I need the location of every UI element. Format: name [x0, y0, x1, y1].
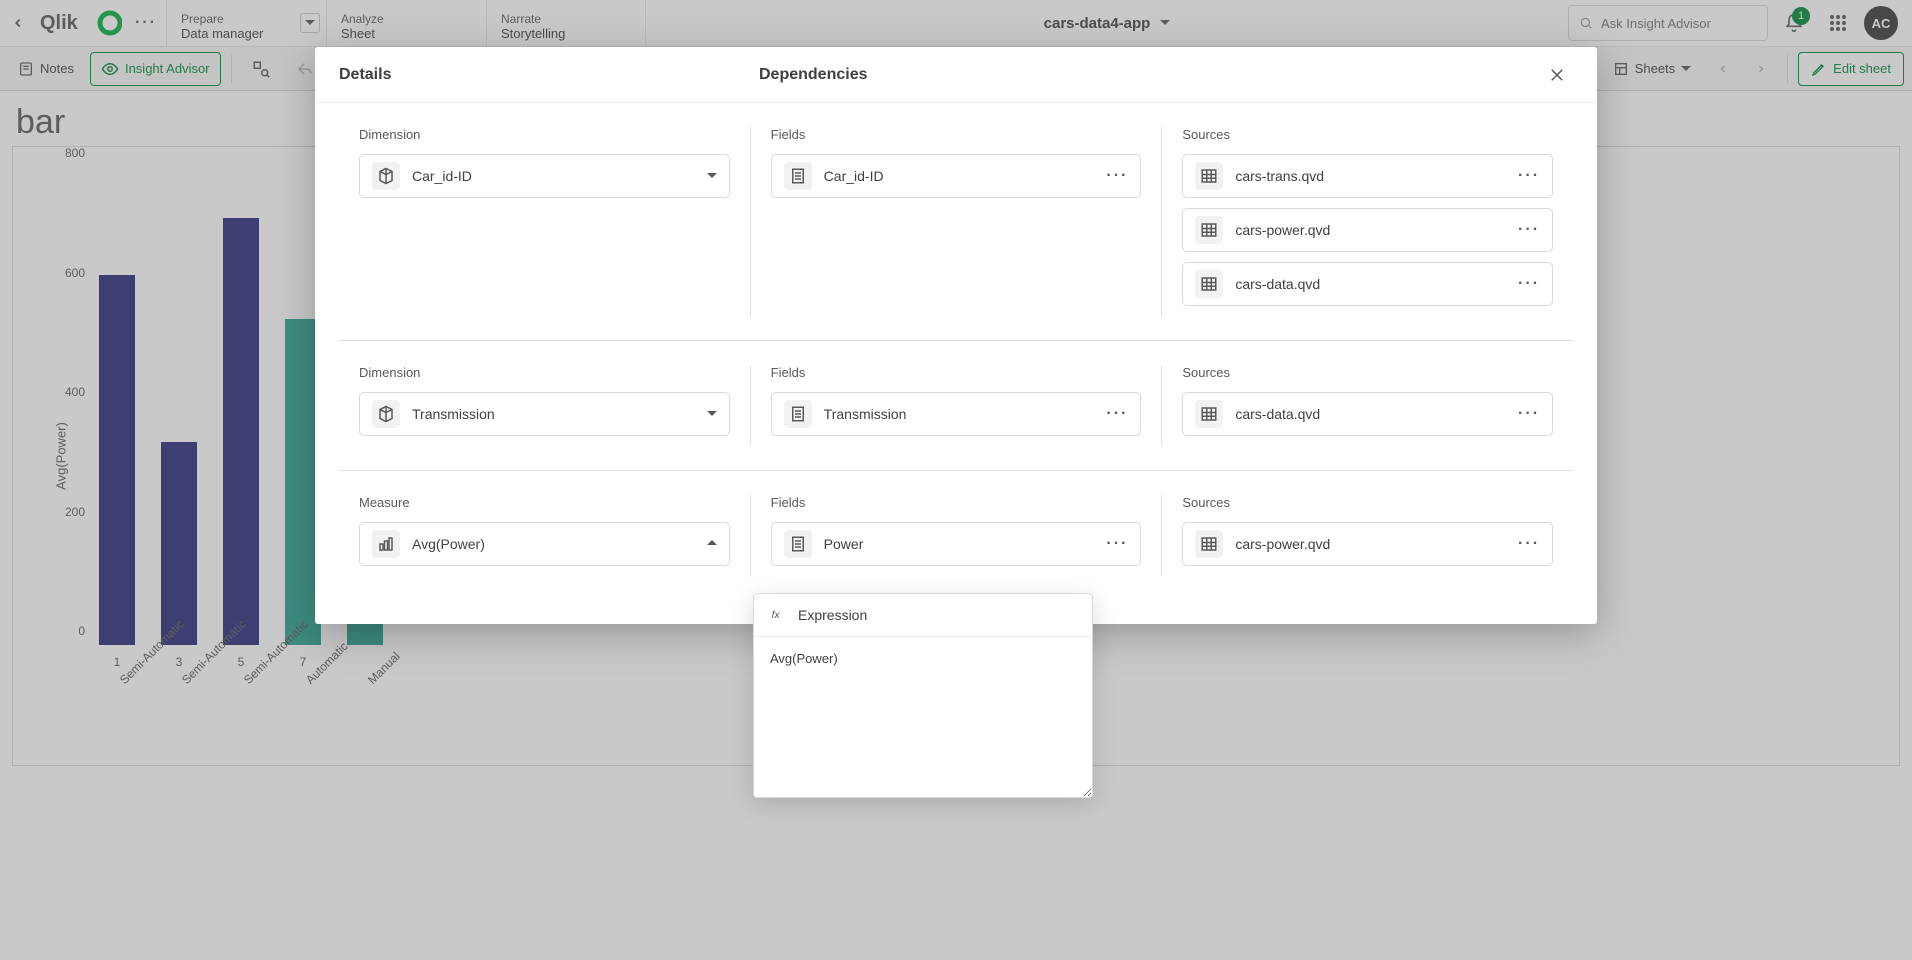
cube-icon	[372, 162, 400, 190]
expand-toggle[interactable]	[707, 535, 717, 553]
chevron-down-icon	[707, 405, 717, 422]
card-label: Avg(Power)	[412, 536, 485, 552]
card-label: cars-power.qvd	[1235, 536, 1330, 552]
dependency-row: Measure Avg(Power) Fields Power ··· Sources ca…	[339, 470, 1573, 600]
column-label: Dimension	[359, 127, 730, 142]
table-icon	[1195, 270, 1223, 298]
dependency-row: Dimension Transmission Fields Transmission ·…	[339, 340, 1573, 470]
fields-column: Fields Car_id-ID ···	[750, 127, 1162, 316]
cube-icon	[372, 400, 400, 428]
modal-header: Details Dependencies	[315, 47, 1597, 103]
source-card[interactable]: cars-data.qvd ···	[1182, 262, 1553, 306]
card-label: cars-power.qvd	[1235, 222, 1330, 238]
sources-column: Sources cars-data.qvd ···	[1161, 365, 1573, 446]
more-button[interactable]: ···	[1106, 535, 1128, 553]
field-card[interactable]: Car_id-ID ···	[771, 154, 1142, 198]
measure-icon	[372, 530, 400, 558]
column-label: Sources	[1182, 127, 1553, 142]
field-icon	[784, 400, 812, 428]
dependency-row: DimensionCar_id-IDFieldsCar_id-ID···Sour…	[339, 127, 1573, 340]
chevron-down-icon	[707, 167, 717, 184]
table-icon	[1195, 530, 1223, 558]
measure-card[interactable]: Avg(Power)	[359, 522, 730, 566]
dimension-column: Dimension Transmission	[339, 365, 750, 446]
close-icon	[1548, 66, 1566, 84]
close-button[interactable]	[1541, 59, 1573, 91]
fields-column: Fields Power ···	[750, 495, 1162, 576]
field-icon	[784, 162, 812, 190]
modal-subtitle: Dependencies	[759, 66, 867, 84]
table-icon	[1195, 216, 1223, 244]
more-button[interactable]: ···	[1106, 167, 1128, 185]
card-label: Car_id-ID	[412, 168, 472, 184]
more-button[interactable]: ···	[1106, 405, 1128, 423]
source-card[interactable]: cars-power.qvd ···	[1182, 208, 1553, 252]
dimension-column: Measure Avg(Power)	[339, 495, 750, 576]
expand-toggle[interactable]	[707, 405, 717, 423]
card-label: cars-data.qvd	[1235, 276, 1320, 292]
modal-overlay: Details Dependencies DimensionCar_id-IDF…	[0, 0, 1912, 960]
card-label: Transmission	[824, 406, 907, 422]
expression-label: Expression	[798, 607, 867, 623]
card-label: cars-trans.qvd	[1235, 168, 1324, 184]
fields-column: Fields Transmission ···	[750, 365, 1162, 446]
sources-column: Sources cars-power.qvd ···	[1161, 495, 1573, 576]
sources-column: Sources cars-trans.qvd ··· cars-power.qvd ··…	[1161, 127, 1573, 316]
column-label: Fields	[771, 127, 1142, 142]
more-button[interactable]: ···	[1518, 405, 1540, 423]
field-card[interactable]: Transmission ···	[771, 392, 1142, 436]
source-card[interactable]: cars-power.qvd ···	[1182, 522, 1553, 566]
column-label: Fields	[771, 365, 1142, 380]
column-label: Measure	[359, 495, 730, 510]
column-label: Dimension	[359, 365, 730, 380]
table-icon	[1195, 162, 1223, 190]
more-button[interactable]: ···	[1518, 535, 1540, 553]
more-button[interactable]: ···	[1518, 167, 1540, 185]
column-label: Sources	[1182, 365, 1553, 380]
card-label: Transmission	[412, 406, 495, 422]
dimension-card[interactable]: Car_id-ID	[359, 154, 730, 198]
column-label: Sources	[1182, 495, 1553, 510]
table-icon	[1195, 400, 1223, 428]
fx-icon: fx	[770, 606, 788, 624]
source-card[interactable]: cars-trans.qvd ···	[1182, 154, 1553, 198]
card-label: cars-data.qvd	[1235, 406, 1320, 422]
expression-text[interactable]: Avg(Power)	[754, 637, 1092, 797]
column-label: Fields	[771, 495, 1142, 510]
chevron-up-icon	[707, 535, 717, 552]
card-label: Car_id-ID	[824, 168, 884, 184]
modal-body: DimensionCar_id-IDFieldsCar_id-ID···Sour…	[315, 103, 1597, 624]
field-icon	[784, 530, 812, 558]
expression-popover: fx Expression Avg(Power)	[753, 593, 1093, 798]
more-button[interactable]: ···	[1518, 275, 1540, 293]
card-label: Power	[824, 536, 864, 552]
dimension-column: Dimension Car_id-ID	[339, 127, 750, 316]
svg-text:fx: fx	[772, 609, 781, 621]
field-card[interactable]: Power ···	[771, 522, 1142, 566]
expand-toggle[interactable]	[707, 167, 717, 185]
details-modal: Details Dependencies DimensionCar_id-IDF…	[315, 47, 1597, 624]
more-button[interactable]: ···	[1518, 221, 1540, 239]
dimension-card[interactable]: Transmission	[359, 392, 730, 436]
source-card[interactable]: cars-data.qvd ···	[1182, 392, 1553, 436]
modal-title: Details	[339, 66, 759, 84]
